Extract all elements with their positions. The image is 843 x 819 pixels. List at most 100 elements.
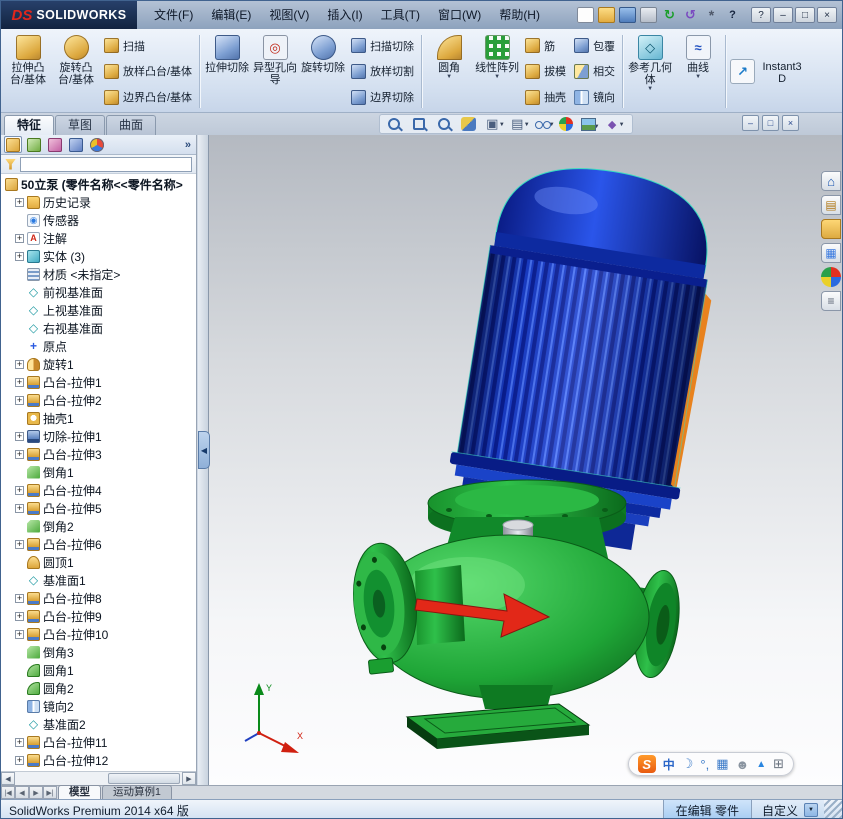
feature-tree-item[interactable]: 倒角1: [1, 463, 196, 481]
feature-tree-item[interactable]: 凸台-拉伸5: [1, 499, 196, 517]
feature-tree-item[interactable]: 注解: [1, 229, 196, 247]
panel-overflow-chevron[interactable]: »: [185, 139, 193, 151]
curves-button[interactable]: 曲线: [675, 32, 721, 111]
featuremanager-tab[interactable]: [46, 136, 64, 153]
menu-item[interactable]: 工具(T): [372, 2, 429, 28]
feature-tree-item[interactable]: 凸台-拉伸6: [1, 535, 196, 553]
feature-tree-item[interactable]: 旋转1: [1, 355, 196, 373]
featuremanager-tab[interactable]: [25, 136, 43, 153]
task-pane-button[interactable]: [821, 171, 841, 191]
scroll-track[interactable]: [15, 772, 182, 785]
window-control-button[interactable]: ×: [817, 7, 837, 23]
graphics-area[interactable]: Y X ⌂ ▤ ▦ ≡ S 中 ☽ °, ▦ ☻ ▲ ⊞: [209, 135, 842, 785]
ime-button[interactable]: °,: [700, 757, 709, 772]
sheet-nav-button[interactable]: |◀: [1, 786, 15, 799]
headsup-button[interactable]: [484, 116, 506, 132]
dropdown-arrow-icon[interactable]: [446, 74, 452, 81]
task-pane-button[interactable]: [821, 291, 841, 311]
expand-toggle[interactable]: [15, 755, 24, 765]
scroll-left-icon[interactable]: ◀: [1, 772, 15, 785]
feature-tree-item[interactable]: 倒角2: [1, 517, 196, 535]
ribbon-small-button[interactable]: 扫描: [104, 34, 192, 57]
revolve-boss-button[interactable]: 旋转凸台/基体: [53, 32, 99, 111]
ime-button[interactable]: S: [637, 755, 656, 773]
sheet-nav-button[interactable]: ◀: [15, 786, 29, 799]
expand-toggle[interactable]: [15, 359, 24, 369]
feature-tree-item[interactable]: 上视基准面: [1, 301, 196, 319]
expand-toggle[interactable]: [15, 431, 24, 441]
ime-button[interactable]: ▦: [716, 756, 728, 772]
quick-access-button[interactable]: [724, 7, 741, 23]
revolve-cut-button[interactable]: 旋转切除: [300, 32, 346, 111]
menu-item[interactable]: 插入(I): [318, 2, 371, 28]
ribbon-small-button[interactable]: 扫描切除: [351, 34, 414, 57]
expand-toggle[interactable]: [15, 593, 24, 603]
window-control-button[interactable]: –: [773, 7, 793, 23]
feature-tree-item[interactable]: 倒角3: [1, 643, 196, 661]
pump-3d-model[interactable]: Y X: [209, 135, 842, 785]
quick-access-button[interactable]: [619, 7, 636, 23]
dropdown-arrow-icon[interactable]: [494, 74, 500, 81]
quick-access-button[interactable]: [640, 7, 657, 23]
feature-tree-item[interactable]: 原点: [1, 337, 196, 355]
expand-toggle[interactable]: [15, 503, 24, 513]
feature-tree-item[interactable]: 前视基准面: [1, 283, 196, 301]
sheet-nav-button[interactable]: ▶|: [43, 786, 57, 799]
hole-wizard-button[interactable]: 异型孔向导: [252, 32, 298, 111]
feature-tree-item[interactable]: 凸台-拉伸3: [1, 445, 196, 463]
sheet-nav-button[interactable]: ▶: [29, 786, 43, 799]
headsup-button[interactable]: [509, 116, 531, 132]
expand-toggle[interactable]: [15, 611, 24, 621]
ribbon-small-button[interactable]: 抽壳: [525, 86, 566, 109]
expand-toggle[interactable]: [15, 377, 24, 387]
ribbon-small-button[interactable]: 拔模: [525, 60, 566, 83]
document-tab[interactable]: 运动算例1: [102, 785, 172, 799]
extrude-boss-button[interactable]: 拉伸凸台/基体: [5, 32, 51, 111]
featuremanager-tab[interactable]: [88, 136, 106, 153]
expand-toggle[interactable]: [15, 485, 24, 495]
dropdown-arrow-icon[interactable]: [695, 74, 701, 81]
scroll-thumb[interactable]: [108, 773, 180, 784]
quick-access-button[interactable]: [682, 7, 699, 23]
headsup-button[interactable]: [460, 117, 481, 131]
headsup-button[interactable]: [604, 116, 626, 132]
ime-button[interactable]: 中: [663, 756, 675, 773]
scroll-right-icon[interactable]: ▶: [182, 772, 196, 785]
expand-toggle[interactable]: [15, 449, 24, 459]
feature-tree-item[interactable]: 圆顶1: [1, 553, 196, 571]
quick-access-button[interactable]: [661, 7, 678, 23]
document-tab[interactable]: 模型: [58, 785, 101, 799]
window-control-button[interactable]: □: [795, 7, 815, 23]
feature-tree-item[interactable]: 圆角2: [1, 679, 196, 697]
expand-toggle[interactable]: [15, 629, 24, 639]
linear-pattern-button[interactable]: 线性阵列: [474, 32, 520, 111]
featuremanager-tab[interactable]: [4, 136, 22, 153]
quick-access-button[interactable]: [703, 7, 720, 23]
document-window-button[interactable]: ×: [782, 115, 799, 131]
feature-tree-item[interactable]: 圆角1: [1, 661, 196, 679]
headsup-button[interactable]: [436, 116, 458, 132]
ribbon-small-button[interactable]: 镜向: [574, 86, 615, 109]
resize-grip[interactable]: [824, 800, 842, 818]
reference-geometry-button[interactable]: 参考几何体: [627, 32, 673, 111]
extrude-cut-button[interactable]: 拉伸切除: [204, 32, 250, 111]
headsup-button[interactable]: [580, 117, 601, 131]
feature-tree-item[interactable]: 凸台-拉伸11: [1, 733, 196, 751]
ime-button[interactable]: ⊞: [773, 756, 784, 772]
dropdown-arrow-icon[interactable]: [804, 803, 818, 817]
ime-button[interactable]: ☻: [736, 757, 750, 772]
feature-tree-item[interactable]: 凸台-拉伸1: [1, 373, 196, 391]
commandmanager-tab[interactable]: 特征: [4, 115, 55, 135]
feature-tree-item[interactable]: 凸台-拉伸4: [1, 481, 196, 499]
status-custom-dropdown[interactable]: 自定义: [750, 800, 824, 818]
expand-toggle[interactable]: [15, 233, 24, 243]
quick-access-button[interactable]: [598, 7, 615, 23]
feature-tree-item[interactable]: 凸台-拉伸10: [1, 625, 196, 643]
headsup-button[interactable]: [386, 116, 408, 132]
menu-item[interactable]: 编辑(E): [202, 2, 260, 28]
headsup-button[interactable]: [411, 116, 433, 132]
feature-tree-item[interactable]: 凸台-拉伸12: [1, 751, 196, 769]
menu-item[interactable]: 帮助(H): [490, 2, 549, 28]
ribbon-small-button[interactable]: 边界凸台/基体: [104, 86, 192, 109]
tree-horizontal-scrollbar[interactable]: ◀ ▶: [1, 771, 196, 785]
